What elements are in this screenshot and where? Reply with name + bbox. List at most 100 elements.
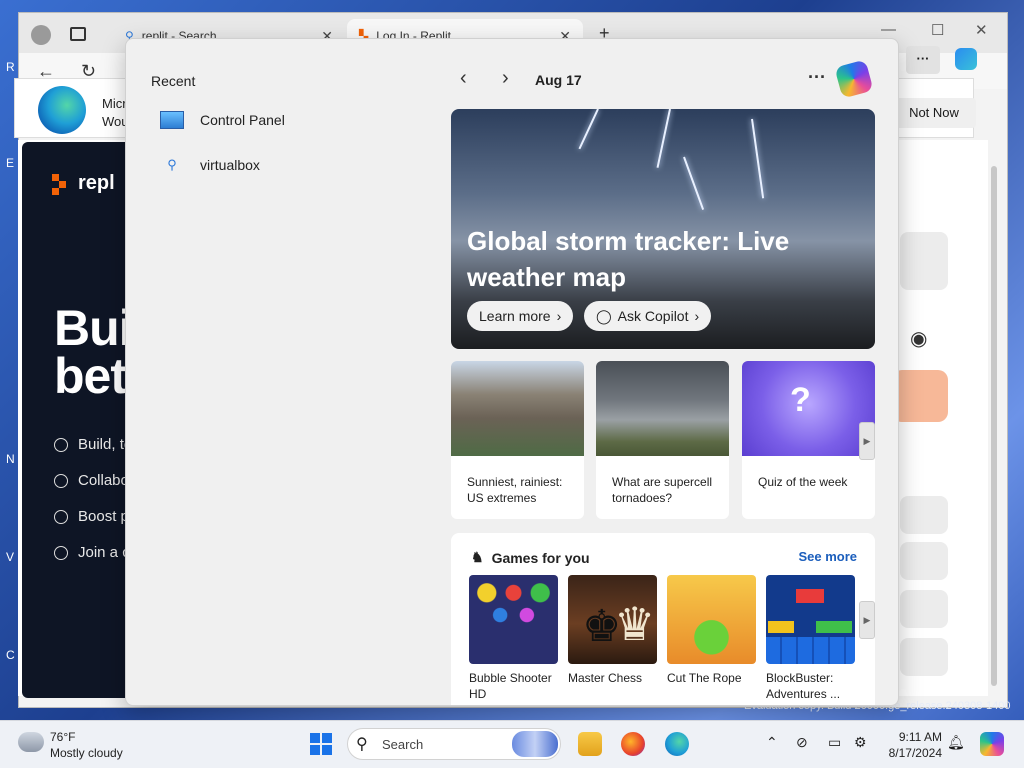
game-tile[interactable]: Cut The Rope xyxy=(667,575,756,686)
eye-icon[interactable]: ◉ xyxy=(910,326,927,351)
news-card[interactable]: What are supercell tornadoes? xyxy=(596,361,729,519)
desktop-icon-label: V xyxy=(6,550,15,564)
lightning-bolt xyxy=(751,118,765,199)
recent-item-control-panel[interactable]: Control Panel xyxy=(160,111,285,129)
desktop-icon-label: R xyxy=(6,60,15,74)
desktop-icon-label: E xyxy=(6,156,15,170)
form-field[interactable] xyxy=(900,232,948,290)
card-image xyxy=(596,361,729,456)
weather-description[interactable]: Mostly cloudy xyxy=(50,746,123,760)
hero-title[interactable]: Global storm tracker: Live weather map xyxy=(467,223,857,295)
recent-title: Recent xyxy=(151,73,196,89)
game-tile[interactable]: ♚ ♛ Master Chess xyxy=(568,575,657,686)
card-image: ? xyxy=(742,361,875,456)
hero-card[interactable]: Global storm tracker: Live weather map L… xyxy=(451,109,875,349)
scrollbar-thumb[interactable] xyxy=(991,166,997,686)
game-label: Bubble Shooter HD xyxy=(469,671,552,701)
game-thumbnail xyxy=(469,575,558,664)
users-icon xyxy=(54,473,68,488)
games-card: ♞ Games for you See more Bubble Shooter … xyxy=(451,533,875,705)
game-thumbnail: ♚ ♛ xyxy=(568,575,657,664)
game-label: Master Chess xyxy=(568,671,643,685)
recent-item-label: virtualbox xyxy=(200,157,260,173)
infobar-title: Micr xyxy=(102,96,127,111)
copilot-icon[interactable] xyxy=(834,59,874,99)
widgets-panel: Recent Control Panel ⚲ virtualbox ‹ › Au… xyxy=(125,38,899,706)
replit-logo[interactable]: repl xyxy=(52,172,115,195)
feed-date: Aug 17 xyxy=(535,72,582,88)
news-card[interactable]: ? Quiz of the week xyxy=(742,361,875,519)
replit-logo-text: repl xyxy=(78,172,115,194)
taskbar-search-label: Search xyxy=(382,737,424,752)
games-title-label: Games for you xyxy=(491,549,590,566)
recent-item-label: Control Panel xyxy=(200,112,285,128)
feature-item: Join a c xyxy=(54,544,130,561)
chess-queen-icon: ♛ xyxy=(614,598,656,650)
file-explorer-icon[interactable] xyxy=(578,732,602,756)
network-icon[interactable]: ⊘ xyxy=(796,734,808,751)
question-mark-icon: ? xyxy=(790,381,811,419)
chevron-left-icon[interactable]: ‹ xyxy=(460,67,467,90)
lightbulb-icon xyxy=(54,437,68,452)
feature-item: Build, te xyxy=(54,436,132,453)
ask-copilot-button[interactable]: ◯ Ask Copilot › xyxy=(584,301,712,331)
form-field[interactable] xyxy=(900,638,948,676)
form-field[interactable] xyxy=(900,542,948,580)
profile-avatar[interactable] xyxy=(31,25,51,45)
chevron-right-icon: › xyxy=(694,308,700,324)
game-label: BlockBuster: Adventures ... xyxy=(766,671,841,701)
globe-icon xyxy=(54,545,68,560)
learn-more-label: Learn more xyxy=(479,308,551,324)
chevron-right-icon: › xyxy=(556,308,562,324)
copilot-sidebar-icon[interactable] xyxy=(955,48,977,70)
close-window-icon[interactable]: ✕ xyxy=(975,21,988,39)
settings-tray-icon[interactable]: ⚙ xyxy=(854,734,867,751)
settings-more-button[interactable]: ··· xyxy=(906,46,940,74)
minimize-icon[interactable]: — xyxy=(881,21,896,38)
edge-logo-icon xyxy=(38,86,86,134)
card-caption: Quiz of the week xyxy=(758,475,848,489)
see-more-link[interactable]: See more xyxy=(798,549,857,564)
start-button[interactable] xyxy=(310,733,332,755)
games-next-icon[interactable]: ▶ xyxy=(859,601,875,639)
game-tile[interactable]: Bubble Shooter HD xyxy=(469,575,558,702)
lightning-bolt xyxy=(683,156,705,210)
notification-bell-icon[interactable]: 🔔︎ xyxy=(947,734,965,751)
not-now-button[interactable]: Not Now xyxy=(892,98,976,128)
display-icon[interactable]: ▭ xyxy=(828,734,841,751)
game-tile[interactable]: BlockBuster: Adventures ... xyxy=(766,575,855,702)
desktop-icon-label: C xyxy=(6,648,15,662)
feature-label: Collabo xyxy=(78,472,129,489)
form-field[interactable] xyxy=(900,590,948,628)
card-caption: What are supercell tornadoes? xyxy=(612,475,713,505)
maximize-icon[interactable]: ☐ xyxy=(931,21,944,39)
chat-bubble-icon: ◯ xyxy=(596,307,612,324)
chess-piece-icon: ♞ xyxy=(471,549,484,565)
search-icon: ⚲ xyxy=(167,157,177,172)
lightning-bolt xyxy=(578,109,599,150)
login-button[interactable] xyxy=(892,370,948,422)
page-scrollbar[interactable] xyxy=(988,148,1000,696)
more-options-button[interactable]: ··· xyxy=(808,67,826,88)
cloud-icon[interactable] xyxy=(18,732,44,752)
news-card[interactable]: Sunniest, rainiest: US extremes xyxy=(451,361,584,519)
game-thumbnail xyxy=(766,575,855,664)
clock-time[interactable]: 9:11 AM xyxy=(890,730,942,744)
recent-item-virtualbox[interactable]: ⚲ virtualbox xyxy=(160,157,260,173)
lightning-bolt xyxy=(656,109,671,168)
weather-temperature[interactable]: 76°F xyxy=(50,730,75,744)
carousel-next-icon[interactable]: ▶ xyxy=(859,422,875,460)
ask-copilot-label: Ask Copilot xyxy=(617,308,689,324)
clock-date[interactable]: 8/17/2024 xyxy=(880,746,942,760)
edge-icon[interactable] xyxy=(665,732,689,756)
firefox-icon[interactable] xyxy=(621,732,645,756)
chevron-right-icon[interactable]: › xyxy=(502,67,509,90)
form-field[interactable] xyxy=(900,496,948,534)
learn-more-button[interactable]: Learn more › xyxy=(467,301,574,331)
feature-item: Boost p xyxy=(54,508,129,525)
copilot-taskbar-icon[interactable] xyxy=(980,732,1004,756)
chevron-up-icon[interactable]: ⌃ xyxy=(766,734,778,751)
feature-label: Boost p xyxy=(78,508,129,525)
feature-item: Collabo xyxy=(54,472,129,489)
tab-actions-icon[interactable] xyxy=(70,27,86,41)
